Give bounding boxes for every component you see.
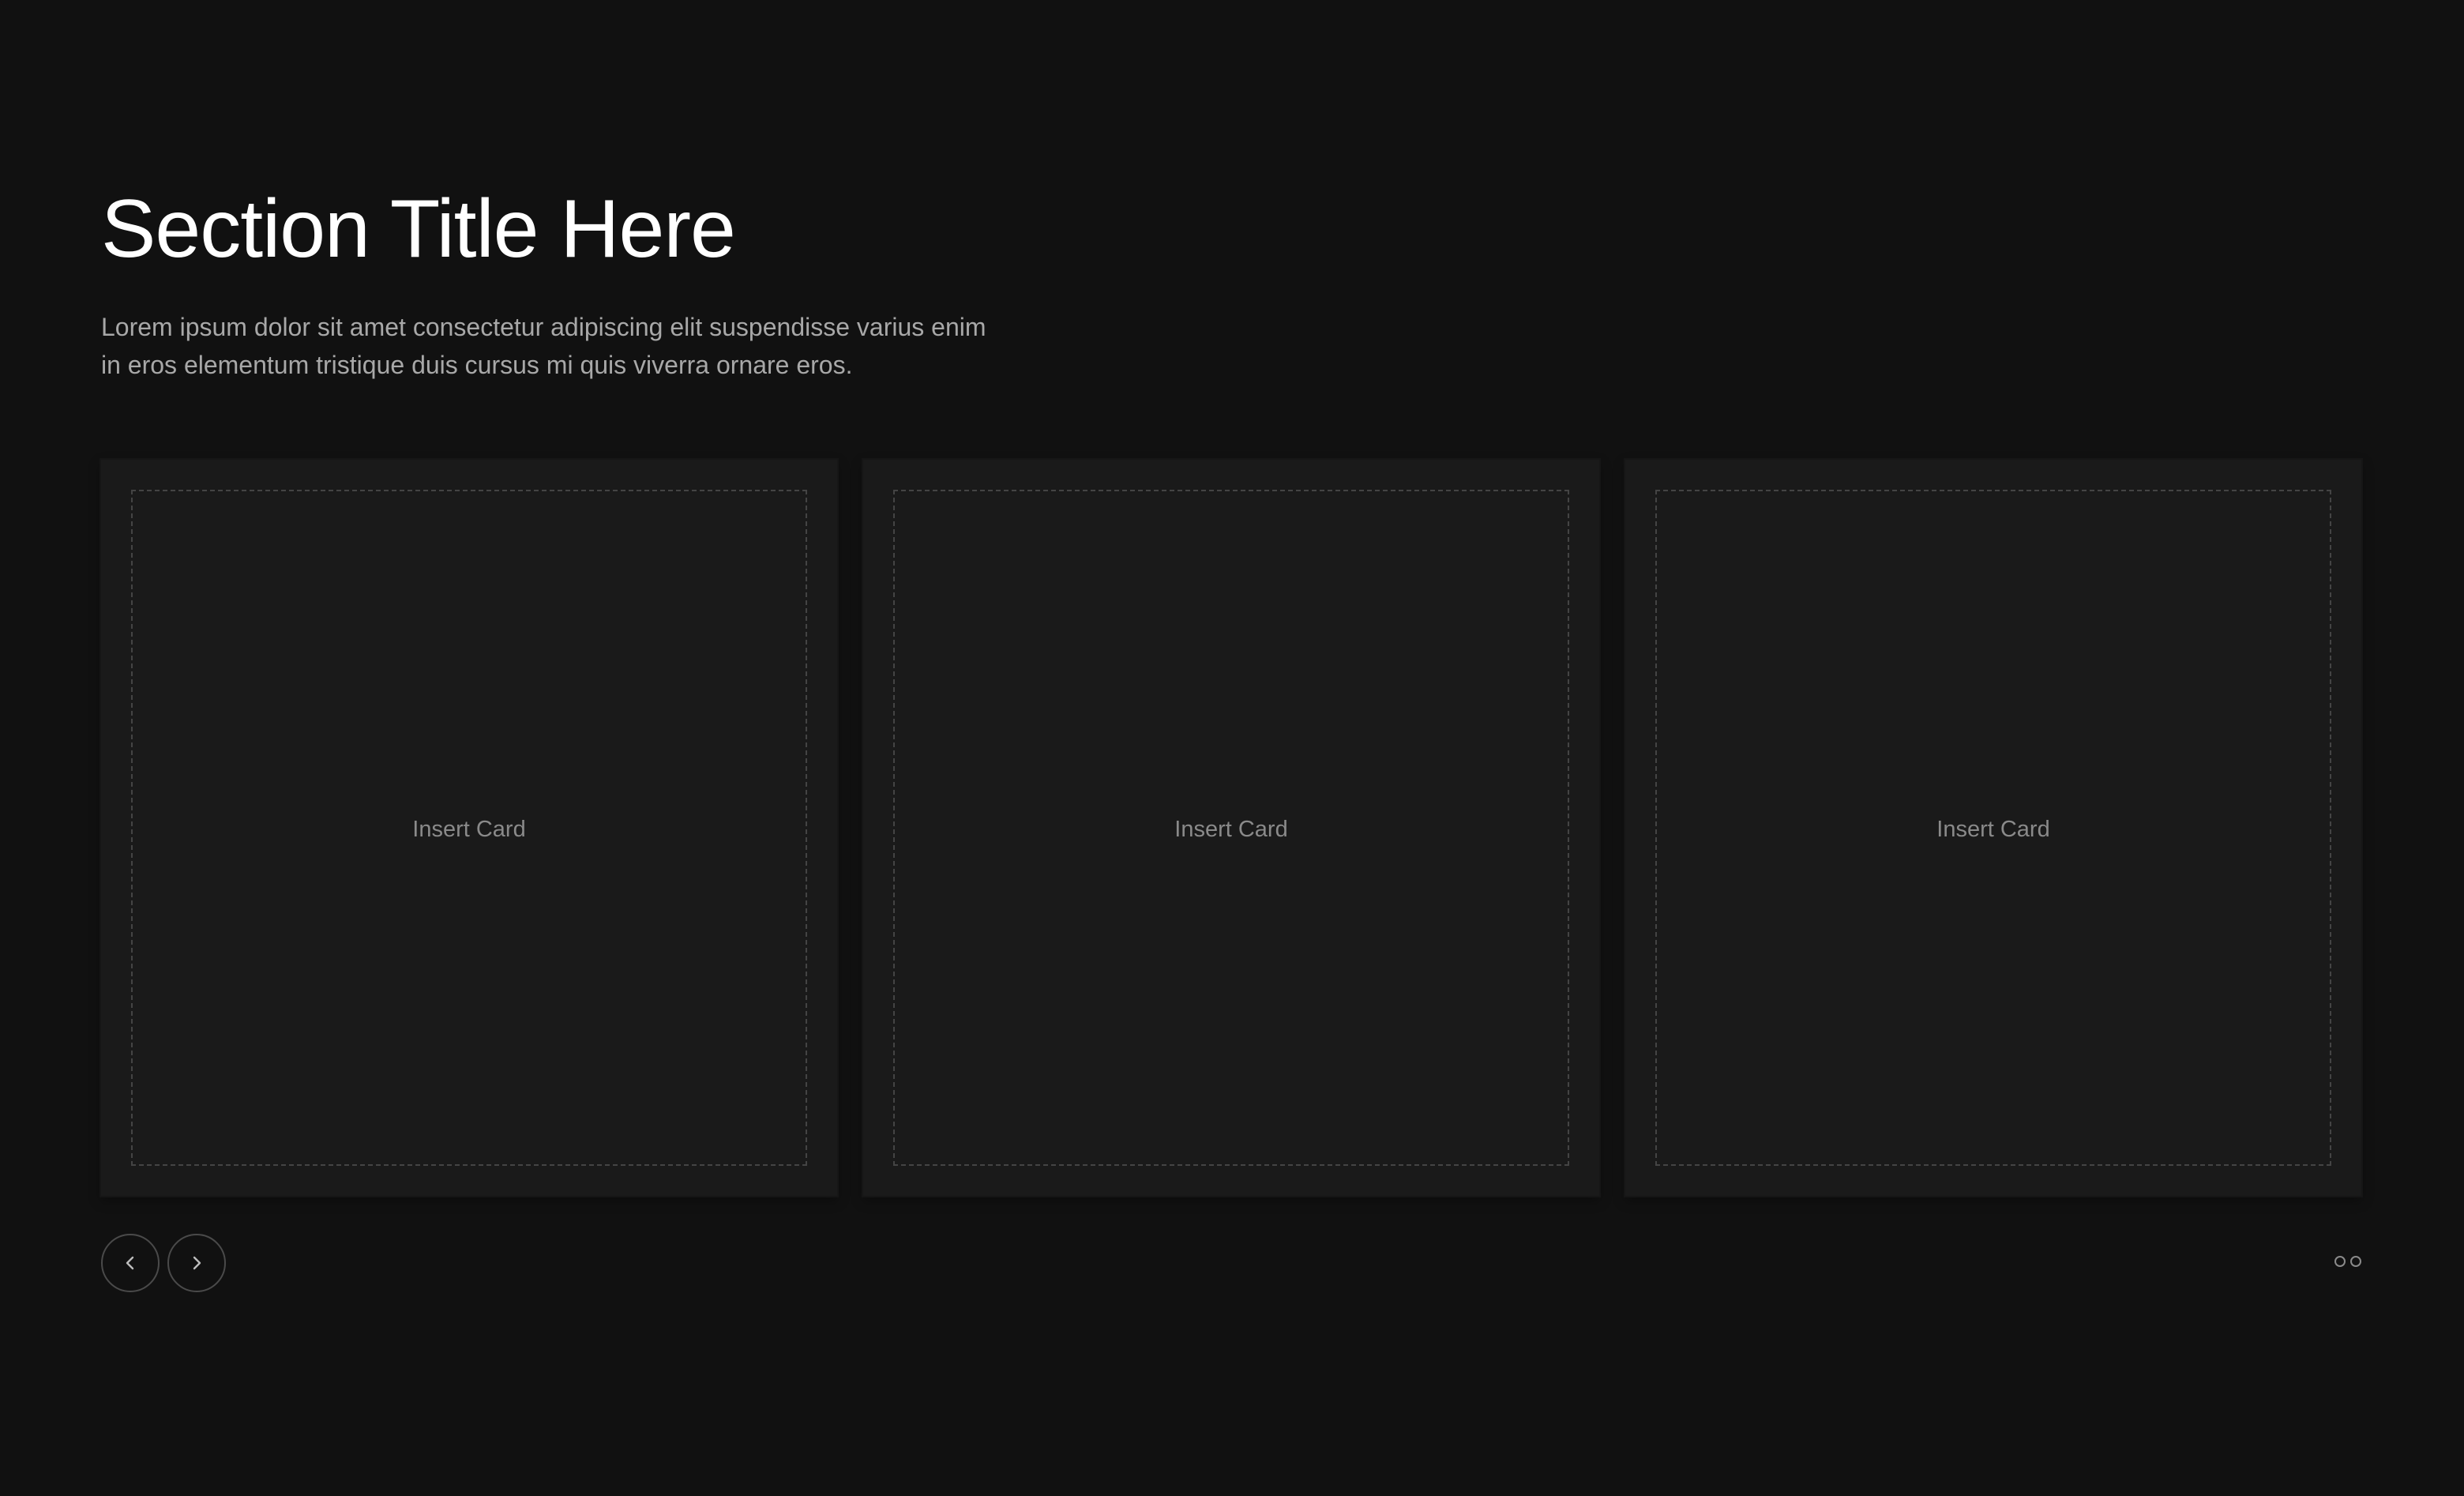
- carousel-section: Section Title Here Lorem ipsum dolor sit…: [101, 0, 2361, 1496]
- slide-pagination: [2334, 1256, 2361, 1267]
- chevron-left-icon: [126, 1256, 134, 1270]
- card-label: Insert Card: [1936, 816, 2050, 842]
- chevron-right-icon: [193, 1256, 201, 1270]
- section-title: Section Title Here: [101, 183, 736, 275]
- card-label: Insert Card: [1174, 816, 1288, 842]
- card[interactable]: Insert Card: [1625, 460, 2361, 1196]
- pagination-dot[interactable]: [2350, 1256, 2361, 1267]
- card-placeholder: Insert Card: [893, 490, 1569, 1166]
- section-description: Lorem ipsum dolor sit amet consectetur a…: [101, 313, 986, 379]
- pagination-dot[interactable]: [2334, 1256, 2346, 1267]
- card-placeholder: Insert Card: [131, 490, 807, 1166]
- card-carousel: Insert Card Insert Card Insert Card: [101, 460, 2361, 1196]
- card[interactable]: Insert Card: [863, 460, 1599, 1196]
- card-placeholder: Insert Card: [1655, 490, 2331, 1166]
- previous-slide-button[interactable]: [101, 1234, 160, 1292]
- next-slide-button[interactable]: [167, 1234, 226, 1292]
- card-label: Insert Card: [412, 816, 526, 842]
- card[interactable]: Insert Card: [101, 460, 837, 1196]
